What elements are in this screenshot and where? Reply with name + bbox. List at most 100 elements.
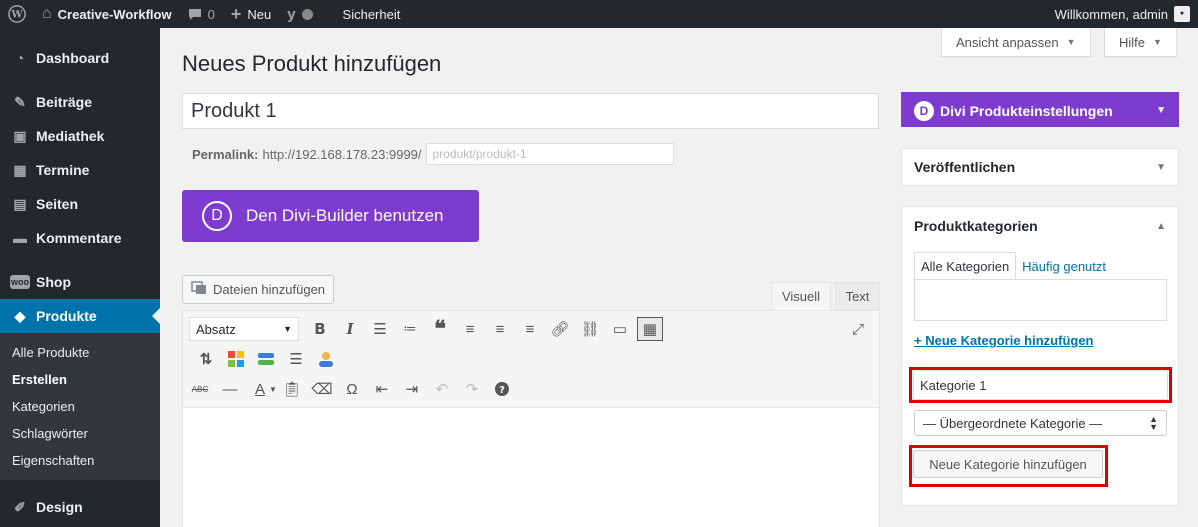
bold-icon[interactable]: B xyxy=(305,315,335,343)
slug-input[interactable]: produkt/produkt-1 xyxy=(425,143,674,165)
caret-down-icon: ▼ xyxy=(283,324,292,334)
add-category-button[interactable]: Neue Kategorie hinzufügen xyxy=(913,450,1103,478)
toolbar-toggle-icon[interactable]: ▦ xyxy=(637,317,663,341)
submenu-attributes[interactable]: Eigenschaften xyxy=(0,447,160,474)
layout-grid-icon[interactable] xyxy=(221,345,251,373)
product-icon: ◆ xyxy=(14,307,26,324)
products-submenu: Alle Produkte Erstellen Kategorien Schla… xyxy=(0,333,160,480)
indent-icon[interactable]: ⇥ xyxy=(397,375,427,403)
tab-visual[interactable]: Visuell xyxy=(771,282,831,310)
admin-bar: W ⌂ Creative-Workflow 0 + Neu y Sicherhe… xyxy=(0,0,1198,28)
align-left-icon[interactable]: ≡ xyxy=(455,315,485,343)
sidebar-item-label: Kommentare xyxy=(36,230,122,246)
sidebar-item-dashboard[interactable]: ◔ Dashboard xyxy=(0,41,160,75)
editor-content-area[interactable] xyxy=(183,407,879,527)
screen-options-button[interactable]: Ansicht anpassen ▼ xyxy=(941,28,1091,57)
blockquote-icon[interactable]: ❝ xyxy=(425,315,455,343)
sidebar-item-shop[interactable]: woo Shop xyxy=(0,265,160,299)
select-arrows-icon: ▲ ▼ xyxy=(1149,414,1158,432)
read-more-icon[interactable]: ▭ xyxy=(605,315,635,343)
sidebar-item-pages[interactable]: ▤ Seiten xyxy=(0,187,160,221)
my-account[interactable]: Willkommen, admin ● xyxy=(1047,0,1198,28)
strikethrough-icon[interactable]: ABC xyxy=(185,375,215,403)
caret-down-icon[interactable]: ▼ xyxy=(1156,162,1166,173)
outdent-icon[interactable]: ⇤ xyxy=(367,375,397,403)
parent-category-select[interactable]: — Übergeordnete Kategorie — ▲ ▼ xyxy=(914,410,1167,436)
submenu-tags[interactable]: Schlagwörter xyxy=(0,420,160,447)
tab-text[interactable]: Text xyxy=(835,282,880,310)
toggle-icon[interactable] xyxy=(251,345,281,373)
sidebar-item-label: Beiträge xyxy=(36,94,93,110)
dashboard-icon: ◔ xyxy=(15,50,25,66)
yoast-menu[interactable]: y xyxy=(279,0,320,28)
sidebar-item-products[interactable]: ◆ Produkte xyxy=(0,299,160,333)
undo-icon[interactable]: ↶ xyxy=(427,375,457,403)
submenu-create[interactable]: Erstellen xyxy=(0,366,160,393)
permalink-base: http://192.168.178.23:9999/ xyxy=(262,146,422,162)
caret-up-icon[interactable]: ▲ xyxy=(1156,221,1166,232)
link-icon[interactable]: 🔗︎ xyxy=(545,315,575,343)
sidebar-item-events[interactable]: ▦ Termine xyxy=(0,153,160,187)
submenu-all-products[interactable]: Alle Produkte xyxy=(0,339,160,366)
sidebar-item-label: Termine xyxy=(36,162,90,178)
svg-text:?: ? xyxy=(499,385,505,396)
sidebar-item-posts[interactable]: ✎ Beiträge xyxy=(0,85,160,119)
clear-formatting-icon[interactable]: ⌫ xyxy=(307,375,337,403)
shortcode-icon[interactable]: ⇅ xyxy=(191,345,221,373)
align-center-icon[interactable]: ≡ xyxy=(485,315,515,343)
redo-icon[interactable]: ↷ xyxy=(457,375,487,403)
fullscreen-icon[interactable]: ⤢ xyxy=(843,315,873,343)
unlink-icon[interactable]: ⛓︎ xyxy=(575,315,605,343)
publish-header[interactable]: Veröffentlichen ▼ xyxy=(902,149,1178,185)
tab-most-used[interactable]: Häufig genutzt xyxy=(1016,252,1112,280)
plus-icon: + xyxy=(230,3,242,24)
sidebar-item-label: Seiten xyxy=(36,196,79,212)
wordpress-logo[interactable]: W xyxy=(0,0,34,28)
new-category-input[interactable]: Kategorie 1 xyxy=(913,370,1168,400)
sidebar-item-comments[interactable]: ▬ Kommentare xyxy=(0,221,160,255)
caret-down-icon[interactable]: ▼ xyxy=(1156,105,1166,116)
add-media-button[interactable]: Dateien hinzufügen xyxy=(182,275,335,304)
slug-placeholder: produkt/produkt-1 xyxy=(432,147,527,161)
submenu-categories[interactable]: Kategorien xyxy=(0,393,160,420)
post-title-input[interactable]: Produkt 1 xyxy=(182,93,879,129)
yoast-icon: y xyxy=(287,5,296,23)
status-dot-icon xyxy=(301,8,313,20)
site-name-link[interactable]: ⌂ Creative-Workflow xyxy=(34,0,180,28)
page-icon: ▤ xyxy=(13,195,27,212)
sidebar-item-media[interactable]: ▣ Mediathek xyxy=(0,119,160,153)
product-categories-header[interactable]: Produktkategorien ▲ xyxy=(902,207,1178,245)
calendar-icon: ▦ xyxy=(13,161,27,178)
screen-options-label: Ansicht anpassen xyxy=(956,34,1059,50)
comments-link[interactable]: 0 xyxy=(180,0,223,28)
divi-product-settings-header[interactable]: D Divi Produkteinstellungen ▼ xyxy=(902,93,1178,128)
bullet-list-icon[interactable]: ☰ xyxy=(365,315,395,343)
sidebar-item-label: Shop xyxy=(36,274,71,290)
help-button[interactable]: Hilfe ▼ xyxy=(1104,28,1177,57)
security-link[interactable]: Sicherheit xyxy=(321,0,409,28)
new-content-link[interactable]: + Neu xyxy=(223,0,279,28)
divi-builder-button[interactable]: D Den Divi-Builder benutzen xyxy=(182,190,479,242)
special-character-icon[interactable]: Ω xyxy=(337,375,367,403)
numbered-list-icon[interactable]: ≔ xyxy=(395,315,425,343)
add-new-category-link[interactable]: + Neue Kategorie hinzufügen xyxy=(914,333,1094,348)
sidebar-item-design[interactable]: ✐ Design xyxy=(0,490,160,524)
category-checklist[interactable] xyxy=(914,279,1167,321)
format-select[interactable]: Absatz ▼ xyxy=(189,317,299,341)
sidebar-item-label: Dashboard xyxy=(36,50,110,66)
new-category-value: Kategorie 1 xyxy=(920,377,987,393)
horizontal-line-icon[interactable]: — xyxy=(215,375,245,403)
divi-settings-title: Divi Produkteinstellungen xyxy=(940,102,1113,119)
pin-icon: ✎ xyxy=(14,93,26,110)
user-icon[interactable] xyxy=(311,345,341,373)
caret-down-icon[interactable]: ▼ xyxy=(269,385,277,394)
help-icon[interactable]: ? xyxy=(487,375,517,403)
divi-builder-label: Den Divi-Builder benutzen xyxy=(246,206,444,225)
italic-icon[interactable]: I xyxy=(335,315,365,343)
svg-text:W: W xyxy=(10,10,23,21)
sidebar-item-label: Design xyxy=(36,499,83,515)
divider-lines-icon[interactable]: ☰ xyxy=(281,345,311,373)
tab-all-categories[interactable]: Alle Kategorien xyxy=(914,252,1017,280)
paste-text-icon[interactable]: 📋︎ xyxy=(277,375,307,403)
align-right-icon[interactable]: ≡ xyxy=(515,315,545,343)
